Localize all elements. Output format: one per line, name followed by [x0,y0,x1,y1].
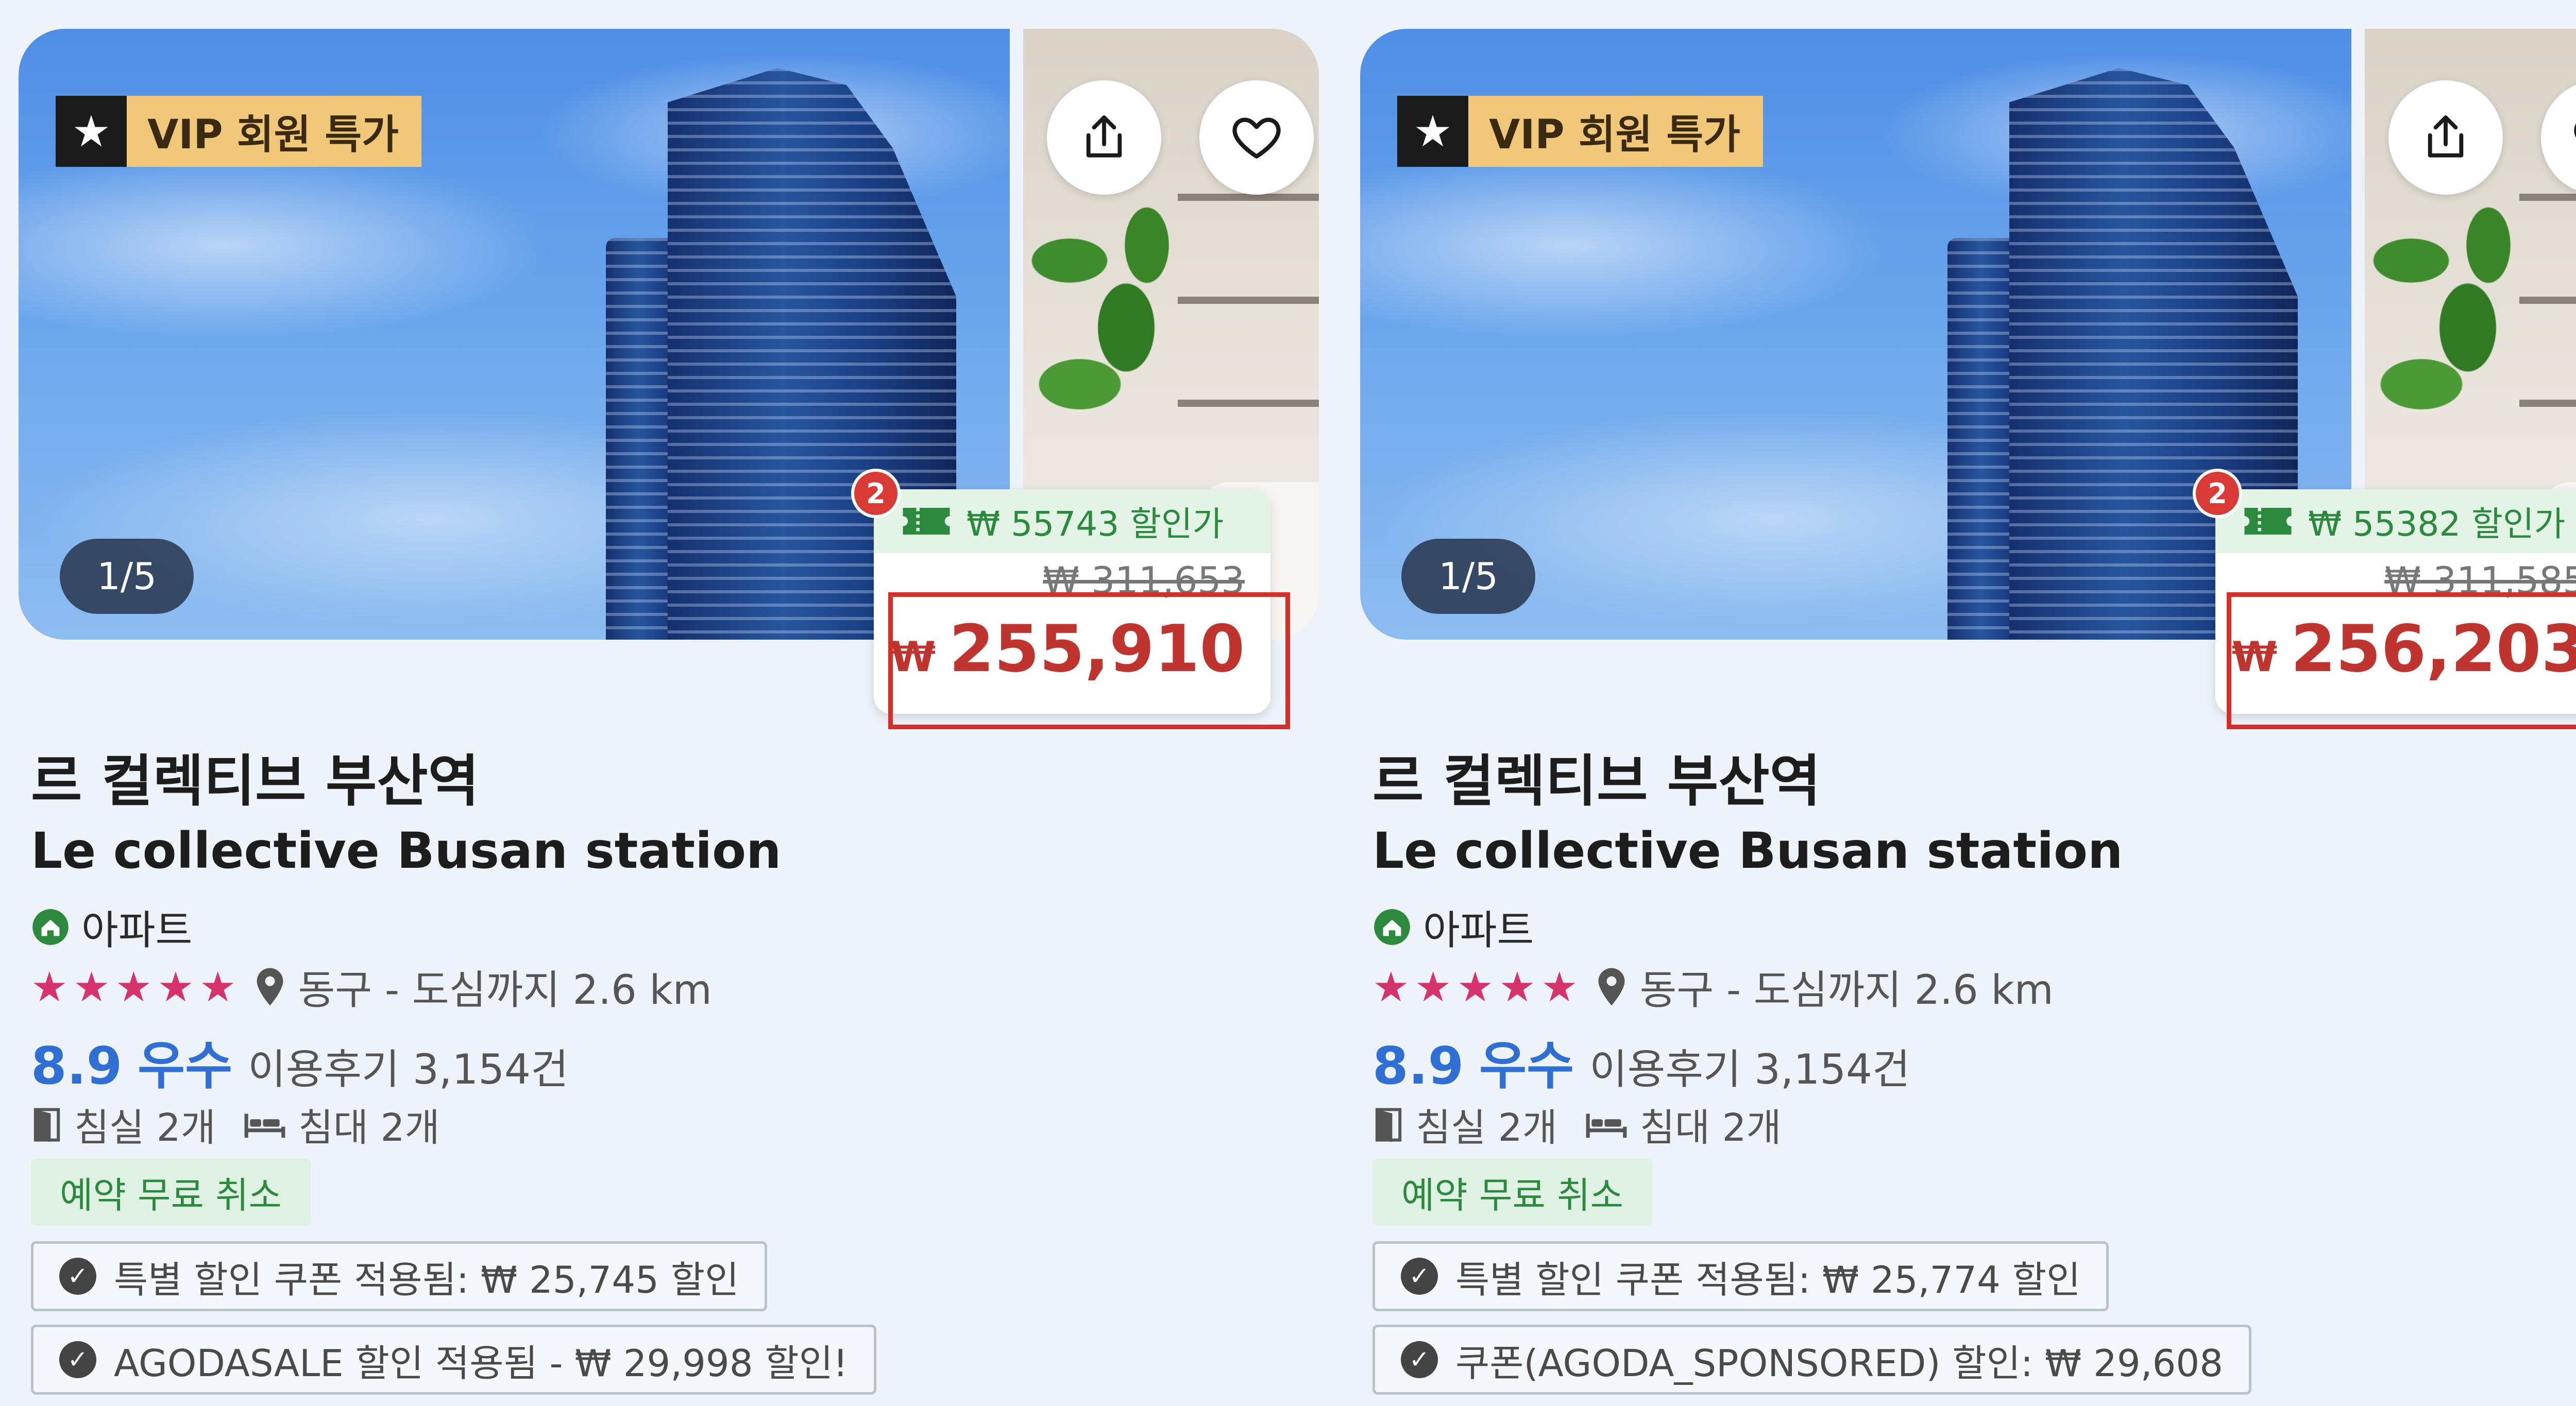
door-icon [1375,1107,1402,1142]
photo-counter: 1/5 [1401,539,1535,614]
review-count: 이용후기 3,154건 [248,1045,569,1093]
photo-counter: 1/5 [60,539,194,614]
price-highlight-box [888,592,1290,729]
location-pin-icon [1598,968,1625,1006]
notification-badge: 2 [2193,469,2242,518]
check-icon: ✓ [59,1258,96,1295]
review-score: 8.9 [31,1036,123,1096]
ticket-icon [2244,508,2292,535]
listing-card[interactable]: ★ VIP 회원 특가 1/5 ₩ 55743 할인가 2 ₩ 311,653 … [0,0,1342,1406]
discount-row: ₩ 55743 할인가 [874,489,1270,553]
check-icon: ✓ [1401,1258,1438,1295]
vip-badge: ★ VIP 회원 특가 [56,96,421,167]
discount-label: ₩ 55382 할인가 [2308,504,2566,544]
star-icon: ★ [1397,96,1468,167]
home-icon [1374,909,1410,945]
share-button[interactable] [1047,80,1161,195]
share-icon [2428,115,2464,158]
notification-badge: 2 [851,469,901,518]
coupon-applied-badge: ✓ 특별 할인 쿠폰 적용됨: ₩ 25,745 할인 [31,1241,768,1311]
ticket-icon [903,508,950,535]
property-type: 아파트 [31,898,192,956]
bed-icon [1586,1113,1627,1138]
hotel-name-korean[interactable]: 르 컬렉티브 부산역 [31,736,479,817]
bed-icon [244,1113,285,1138]
listing-card[interactable]: ★ VIP 회원 특가 1/5 ₩ 55382 할인가 2 ₩ 311,585 … [1342,0,2576,1406]
hotel-name-english[interactable]: Le collective Busan station [1372,822,2123,880]
check-icon: ✓ [59,1341,96,1378]
share-button[interactable] [2388,80,2503,195]
favorite-button[interactable] [1199,80,1314,195]
rating-location-row: ★★★★★ 동구 - 도심까지 2.6 km [1372,958,2054,1016]
review-label: 우수 [138,1036,233,1096]
vip-badge: ★ VIP 회원 특가 [1397,96,1763,167]
heart-icon [1232,117,1281,159]
room-info-row: 침실 2개 침대 2개 [31,1097,440,1152]
bed-count: 침대 2개 [298,1106,440,1150]
discount-label: ₩ 55743 할인가 [967,504,1224,544]
star-icon: ★ [56,96,127,167]
review-score: 8.9 [1372,1036,1464,1096]
share-icon [1086,115,1122,158]
free-cancel-badge: 예약 무료 취소 [1372,1159,1652,1226]
home-icon [32,909,69,945]
promo-code-badge: ✓ 쿠폰(AGODA_SPONSORED) 할인: ₩ 29,608 [1372,1325,2252,1395]
property-type: 아파트 [1372,898,1534,956]
star-rating: ★★★★★ [1372,963,1583,1011]
check-icon: ✓ [1401,1341,1438,1378]
bedroom-count: 침실 2개 [74,1106,216,1150]
review-score-row[interactable]: 8.9 우수 이용후기 3,154건 [1372,1024,1910,1099]
star-rating: ★★★★★ [31,963,242,1011]
location-text: 동구 - 도심까지 2.6 km [298,967,712,1014]
bed-count: 침대 2개 [1639,1106,1782,1150]
hotel-name-korean[interactable]: 르 컬렉티브 부산역 [1372,736,1821,817]
free-cancel-badge: 예약 무료 취소 [31,1159,311,1226]
review-score-row[interactable]: 8.9 우수 이용후기 3,154건 [31,1024,569,1099]
heart-icon [2574,124,2576,138]
discount-row: ₩ 55382 할인가 [2215,489,2576,553]
promo-code-badge: ✓ AGODASALE 할인 적용됨 - ₩ 29,998 할인! [31,1325,876,1395]
room-info-row: 침실 2개 침대 2개 [1372,1097,1782,1152]
bedroom-count: 침실 2개 [1416,1106,1557,1150]
review-label: 우수 [1479,1036,1574,1096]
location-pin-icon [257,968,283,1006]
door-icon [33,1107,60,1142]
coupon-applied-badge: ✓ 특별 할인 쿠폰 적용됨: ₩ 25,774 할인 [1372,1241,2109,1311]
location-text: 동구 - 도심까지 2.6 km [1639,967,2054,1014]
hotel-name-english[interactable]: Le collective Busan station [31,822,781,880]
price-highlight-box [2227,592,2576,729]
review-count: 이용후기 3,154건 [1589,1045,1910,1093]
rating-location-row: ★★★★★ 동구 - 도심까지 2.6 km [31,958,712,1016]
